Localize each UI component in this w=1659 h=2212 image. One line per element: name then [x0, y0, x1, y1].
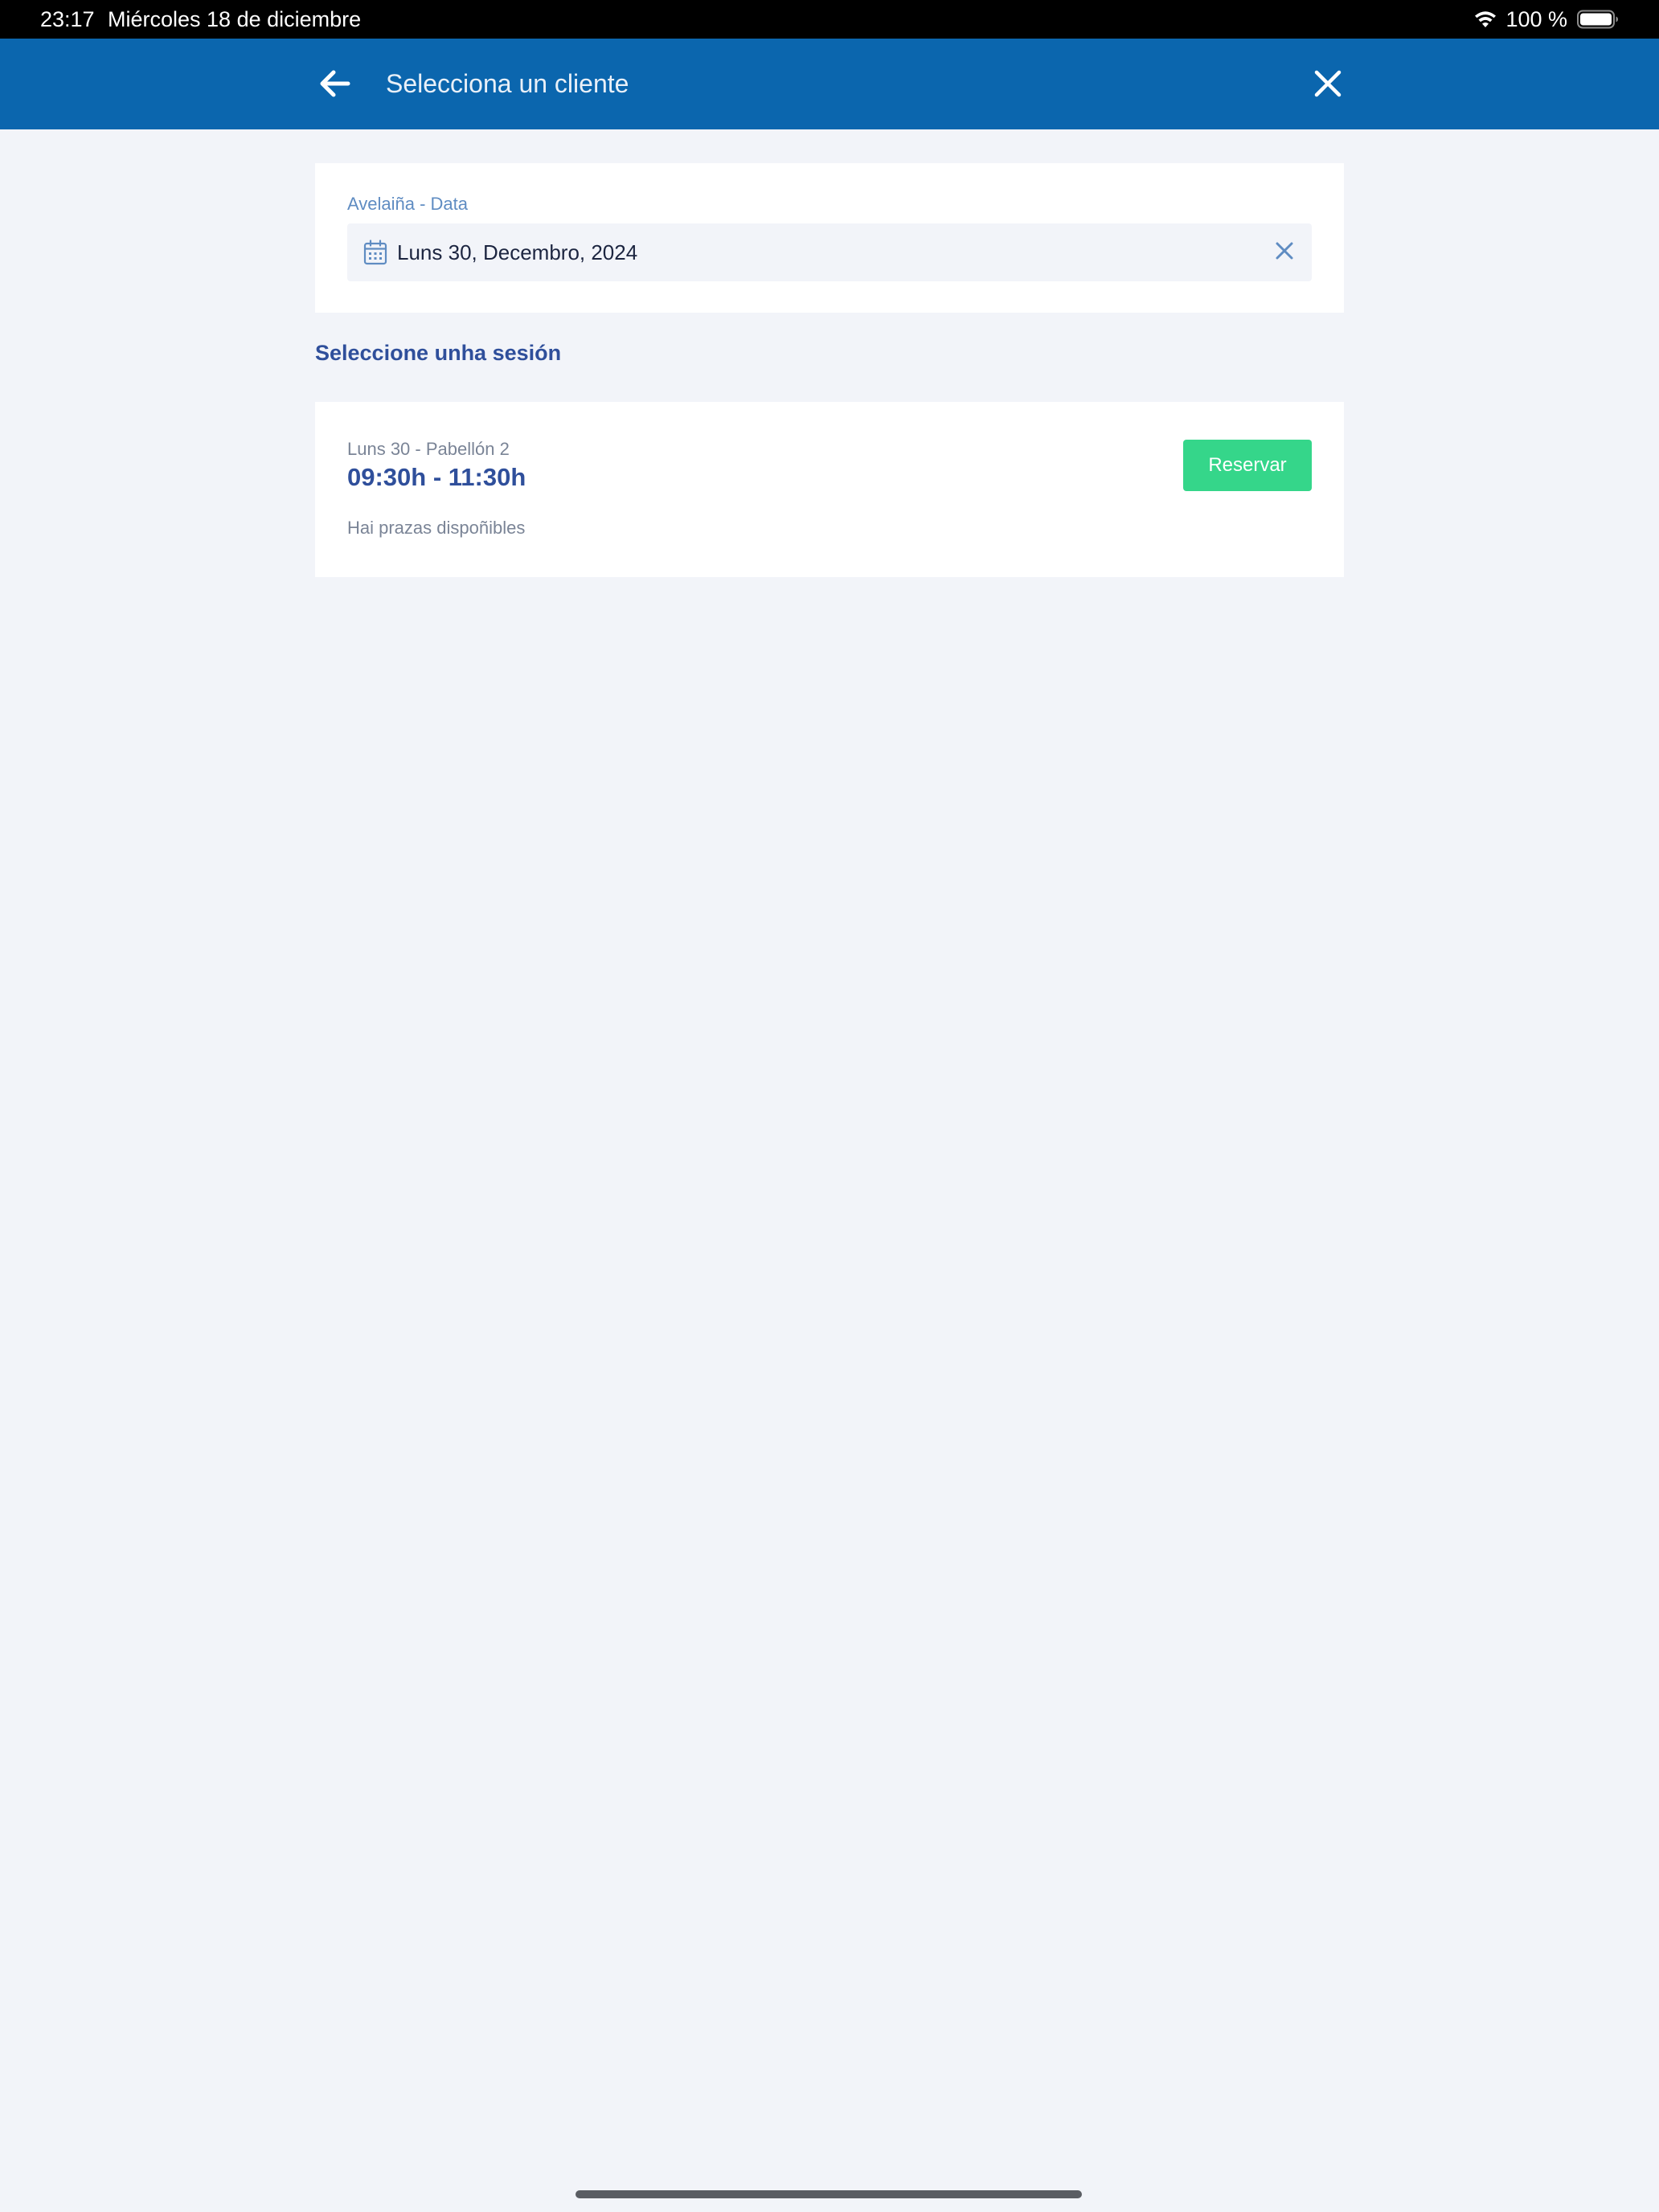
page-title: Selecciona un cliente — [386, 69, 629, 98]
close-button[interactable] — [1305, 63, 1350, 108]
status-date: Miércoles 18 de diciembre — [108, 7, 362, 31]
section-heading: Seleccione unha sesión — [315, 341, 562, 365]
date-filter-card: Avelaiña - Data Luns 30, Decembro, 2024 — [315, 163, 1344, 313]
wifi-icon — [1473, 10, 1497, 29]
close-icon — [1275, 241, 1294, 264]
status-bar: 23:17 Miércoles 18 de diciembre 100 % — [0, 0, 1659, 39]
battery-icon — [1577, 10, 1619, 29]
reserve-button[interactable]: Reservar — [1183, 440, 1312, 491]
date-field-label: Avelaiña - Data — [347, 194, 469, 214]
session-time-range: 09:30h - 11:30h — [347, 463, 526, 491]
close-icon — [1313, 69, 1342, 102]
back-button[interactable] — [312, 63, 357, 108]
status-indicators: 100 % — [1473, 5, 1619, 34]
home-indicator[interactable] — [576, 2190, 1082, 2198]
status-time: 23:17 — [40, 7, 95, 31]
date-picker-input[interactable]: Luns 30, Decembro, 2024 — [347, 223, 1312, 281]
session-availability: Hai prazas dispoñibles — [347, 518, 526, 538]
calendar-icon — [363, 240, 387, 269]
clear-date-button[interactable] — [1270, 238, 1299, 267]
session-card: Luns 30 - Pabellón 2 09:30h - 11:30h Hai… — [315, 402, 1344, 577]
session-subtitle: Luns 30 - Pabellón 2 — [347, 439, 510, 459]
date-value: Luns 30, Decembro, 2024 — [397, 240, 638, 264]
battery-percent: 100 % — [1505, 6, 1567, 31]
arrow-left-icon — [318, 69, 350, 102]
app-header: Selecciona un cliente — [0, 39, 1659, 129]
